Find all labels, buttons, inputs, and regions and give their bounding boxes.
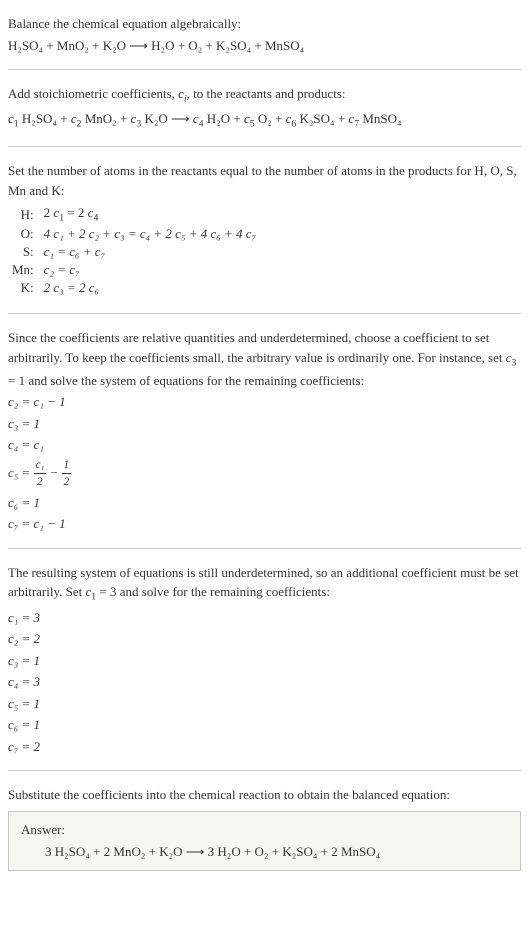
atom-equation: 2 c1 = 2 c4: [40, 204, 260, 225]
coef-line: c₅ = 1: [8, 694, 521, 714]
text-fragment: = 1 and solve the system of equations fo…: [8, 373, 364, 388]
intro-section: Balance the chemical equation algebraica…: [8, 8, 521, 61]
denominator: 2: [62, 474, 72, 491]
underdetermined-section-1: Since the coefficients are relative quan…: [8, 322, 521, 540]
coef-line: c₃ = 1: [8, 651, 521, 671]
atoms-section: Set the number of atoms in the reactants…: [8, 155, 521, 305]
divider: [8, 770, 521, 771]
table-row: K: 2 c₃ = 2 c₆: [8, 279, 260, 297]
text-fragment: = 3 and solve for the remaining coeffici…: [96, 584, 330, 599]
atoms-text: Set the number of atoms in the reactants…: [8, 161, 521, 200]
atom-equation: 2 c₃ = 2 c₆: [40, 279, 260, 297]
final-section: Substitute the coefficients into the che…: [8, 779, 521, 875]
text-fragment: MnSO₄: [359, 111, 401, 126]
divider: [8, 146, 521, 147]
atom-equation: 4 c₁ + 2 c₂ + c₃ = c₄ + 2 c₅ + 4 c₆ + 4 …: [40, 225, 260, 243]
stoich-section: Add stoichiometric coefficients, ci, to …: [8, 78, 521, 138]
text-fragment: H₂SO₄ +: [19, 111, 71, 126]
coef-line: c₆ = 1: [8, 715, 521, 735]
table-row: S: c₁ = c₆ + c₇: [8, 243, 260, 261]
intro-text: Balance the chemical equation algebraica…: [8, 14, 521, 34]
numerator: 1: [62, 457, 72, 475]
under2-text: The resulting system of equations is sti…: [8, 563, 521, 606]
table-row: Mn: c₂ = c₇: [8, 261, 260, 279]
text-fragment: 2: [44, 205, 54, 220]
text-fragment: −: [46, 465, 61, 480]
atom-equation: c₂ = c₇: [40, 261, 260, 279]
text-fragment: H₂O +: [204, 111, 244, 126]
under1-text: Since the coefficients are relative quan…: [8, 328, 521, 390]
sub: 4: [93, 213, 98, 224]
text-fragment: Add stoichiometric coefficients,: [8, 86, 178, 101]
element-label: O:: [8, 225, 40, 243]
text-fragment: = 2: [64, 205, 88, 220]
coef-line-c5: c₅ = c₁2 − 12: [8, 457, 521, 491]
element-label: K:: [8, 279, 40, 297]
stoich-equation: c1 H₂SO₄ + c2 MnO₂ + c3 K₂O ⟶ c4 H₂O + c…: [8, 109, 521, 132]
text-fragment: , to the reactants and products:: [187, 86, 346, 101]
coef-line: c₁ = 3: [8, 608, 521, 628]
text-fragment: c₅ =: [8, 465, 34, 480]
element-label: Mn:: [8, 261, 40, 279]
coef-line: c₆ = 1: [8, 493, 521, 513]
fraction: c₁2: [34, 457, 47, 491]
stoich-text: Add stoichiometric coefficients, ci, to …: [8, 84, 521, 107]
sub: 3: [512, 357, 517, 368]
coef-line: c₇ = c₁ − 1: [8, 514, 521, 534]
fraction: 12: [62, 457, 72, 491]
coef-line: c₂ = 2: [8, 629, 521, 649]
table-row: O: 4 c₁ + 2 c₂ + c₃ = c₄ + 2 c₅ + 4 c₆ +…: [8, 225, 260, 243]
divider: [8, 548, 521, 549]
numerator: c₁: [34, 457, 47, 475]
coef-line: c₄ = 3: [8, 672, 521, 692]
text-fragment: MnO₂ +: [81, 111, 130, 126]
final-text: Substitute the coefficients into the che…: [8, 785, 521, 805]
text-fragment: K₂SO₄ +: [296, 111, 348, 126]
intro-equation: H₂SO₄ + MnO₂ + K₂O ⟶ H₂O + O₂ + K₂SO₄ + …: [8, 36, 521, 56]
answer-equation: 3 H₂SO₄ + 2 MnO₂ + K₂O ⟶ 3 H₂O + O₂ + K₂…: [21, 844, 508, 860]
divider: [8, 313, 521, 314]
element-label: S:: [8, 243, 40, 261]
atom-equation: c₁ = c₆ + c₇: [40, 243, 260, 261]
coef-line: c₄ = c₁: [8, 435, 521, 455]
text-fragment: Since the coefficients are relative quan…: [8, 330, 506, 365]
coef-line: c₇ = 2: [8, 737, 521, 757]
atoms-table: H: 2 c1 = 2 c4 O: 4 c₁ + 2 c₂ + c₃ = c₄ …: [8, 204, 260, 297]
table-row: H: 2 c1 = 2 c4: [8, 204, 260, 225]
underdetermined-section-2: The resulting system of equations is sti…: [8, 557, 521, 762]
divider: [8, 69, 521, 70]
answer-label: Answer:: [21, 822, 508, 838]
element-label: H:: [8, 204, 40, 225]
text-fragment: O₂ +: [255, 111, 286, 126]
answer-box: Answer: 3 H₂SO₄ + 2 MnO₂ + K₂O ⟶ 3 H₂O +…: [8, 811, 521, 871]
coef-line: c₃ = 1: [8, 414, 521, 434]
coef-line: c₂ = c₁ − 1: [8, 392, 521, 412]
text-fragment: K₂O ⟶: [141, 111, 193, 126]
denominator: 2: [34, 474, 47, 491]
